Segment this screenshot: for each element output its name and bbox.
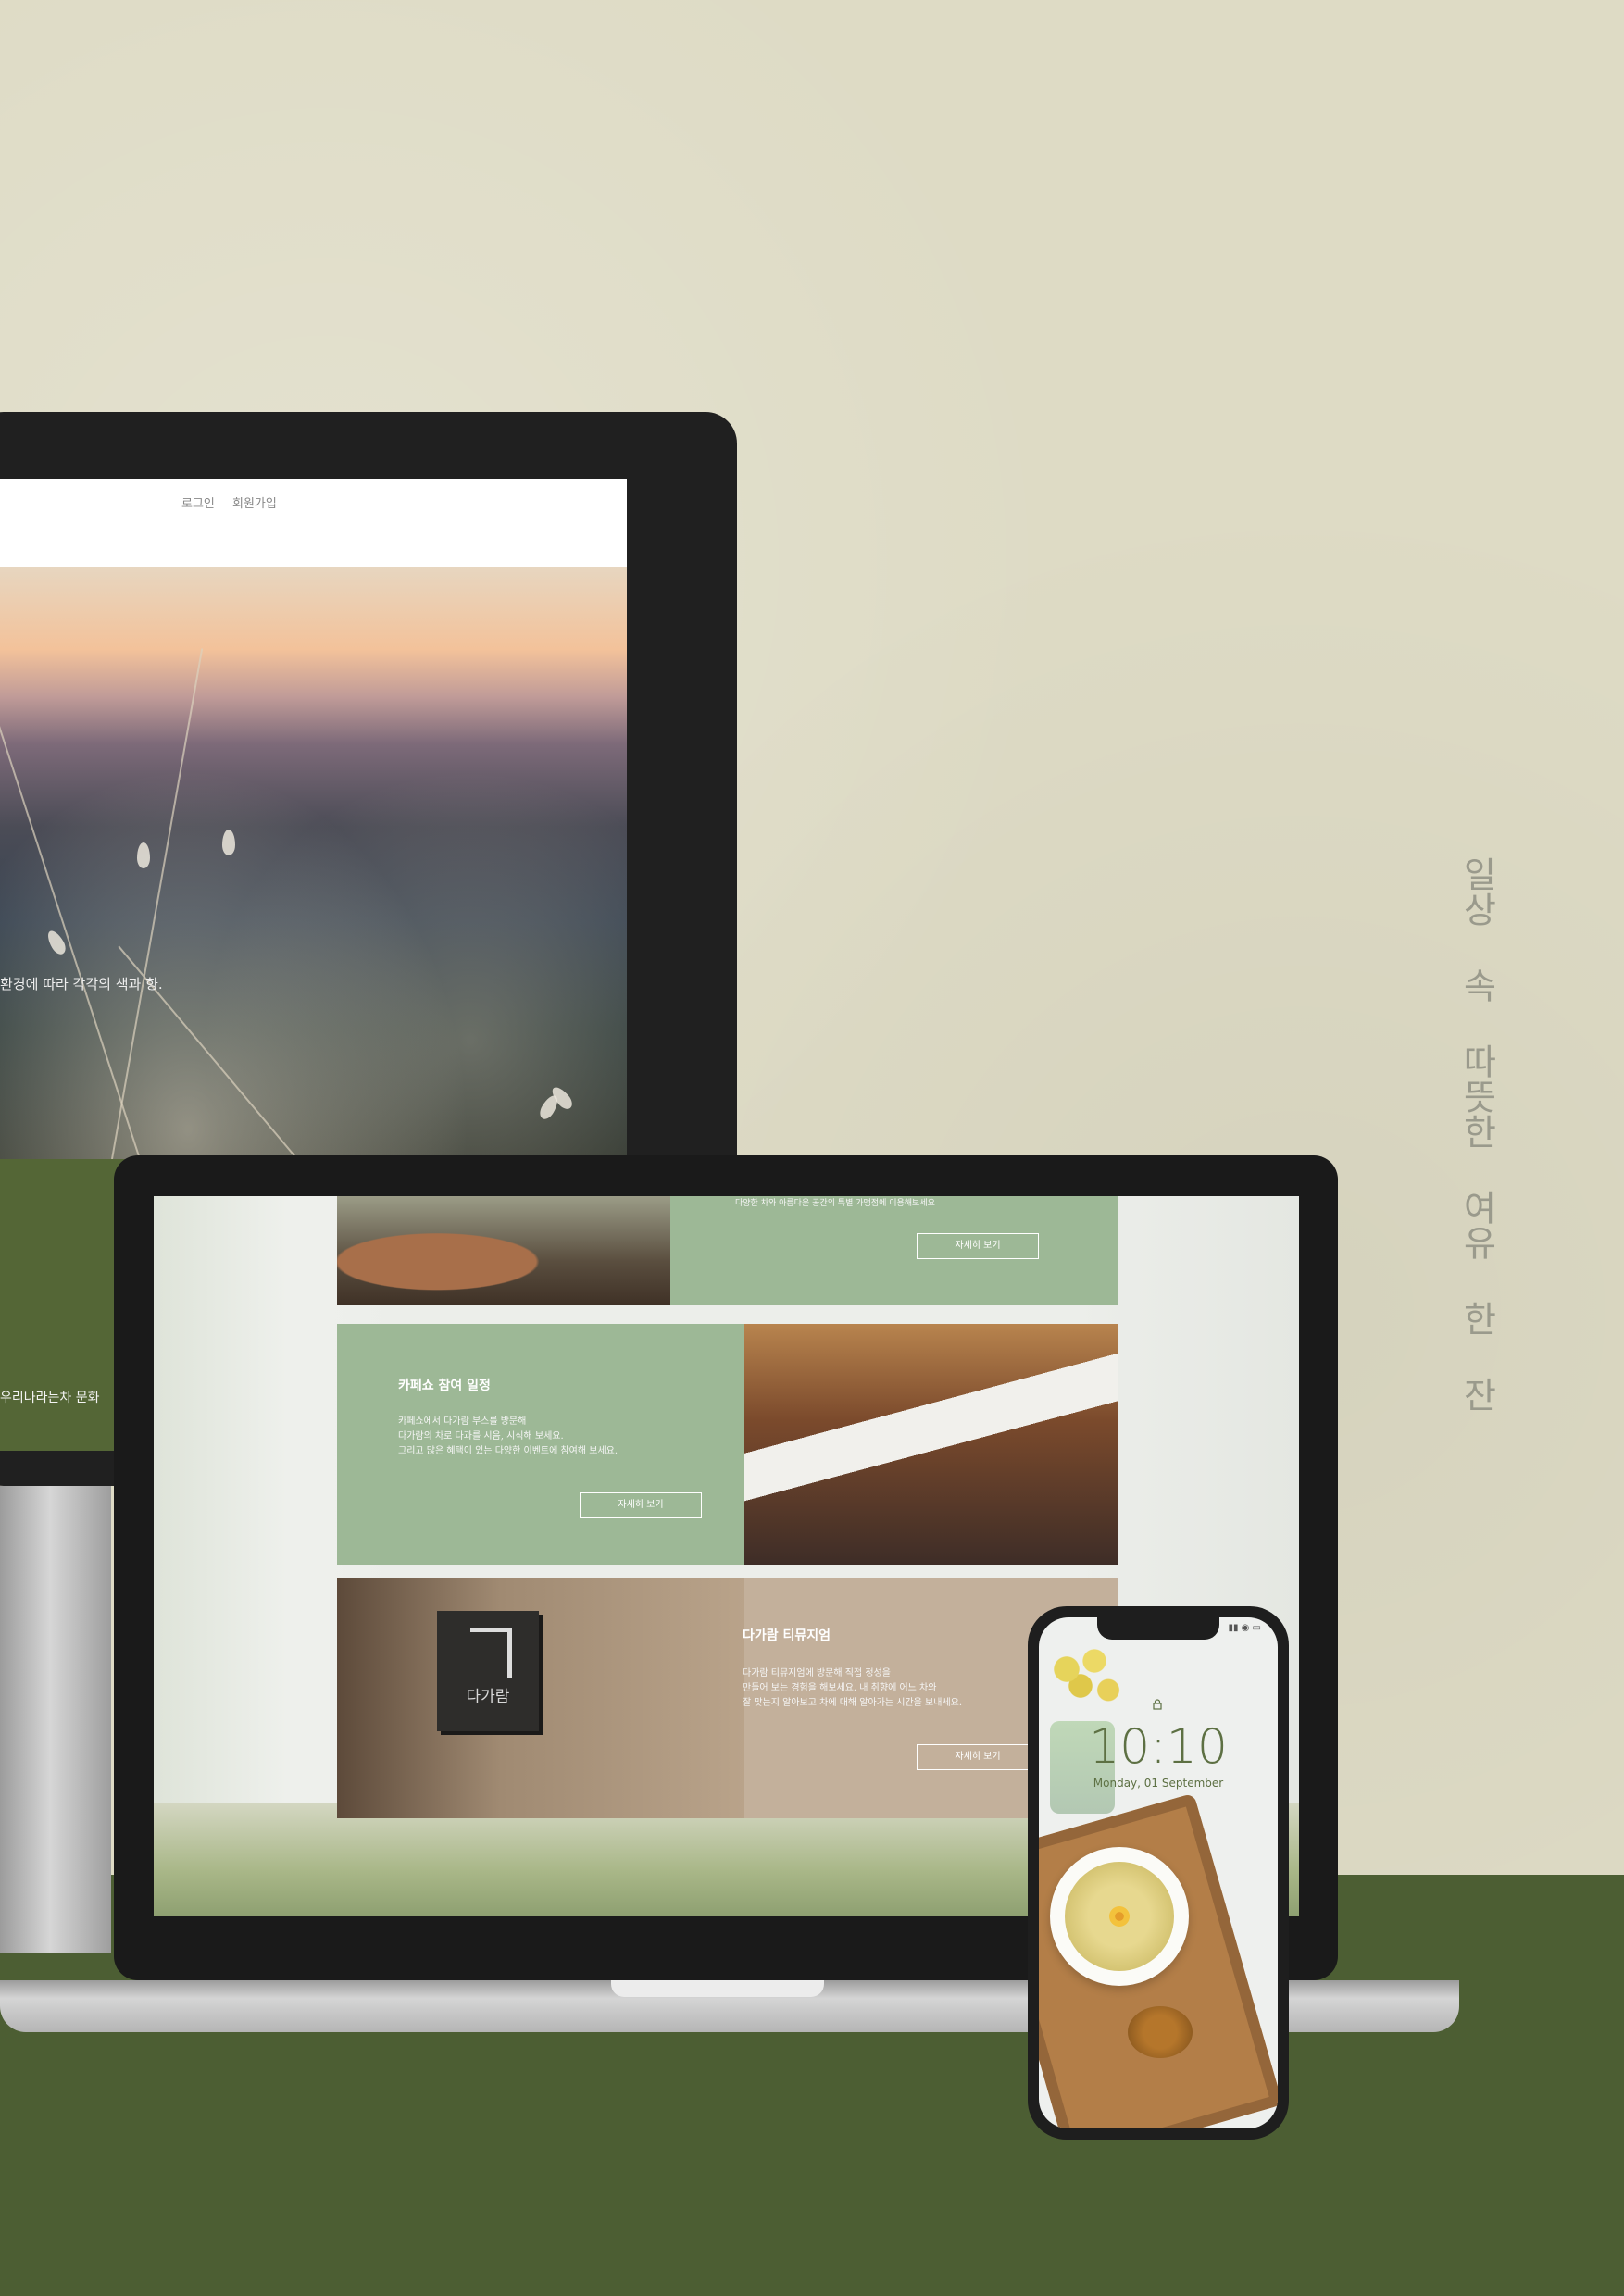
card-2-title: 카페쇼 참여 일정 [398, 1379, 491, 1393]
cafe-terrace-photo [337, 1196, 670, 1305]
laptop-trackpad-notch [611, 1980, 824, 1997]
card-tea-museum: 다가람 다가람 티뮤지엄 다가람 티뮤지엄에 방문해 직접 정성을 만들어 보는… [337, 1578, 1118, 1818]
monitor-top-nav: 로그인 회원가입 [0, 479, 627, 567]
hero-caption: 환경에 따라 각각의 색과 향. [0, 976, 163, 992]
dagaram-sign: 다가람 [437, 1611, 539, 1731]
lock-icon [1153, 1699, 1162, 1710]
dagaram-logo-icon [470, 1628, 512, 1678]
card-1-more-button[interactable]: 자세히 보기 [917, 1233, 1039, 1259]
vertical-tagline: 일상 속 따뜻한 여유 한 잔 [1456, 856, 1497, 1412]
signup-link[interactable]: 회원가입 [232, 493, 277, 511]
card-2-body: 카페쇼에서 다가람 부스를 방문해 다가람의 차로 다과를 시음, 시식해 보세… [398, 1415, 618, 1459]
card-3-body-line: 잘 맞는지 알아보고 차에 대해 알아가는 시간을 보내세요. [743, 1698, 963, 1708]
login-link[interactable]: 로그인 [181, 493, 215, 511]
card-cafeshow: 카페쇼 참여 일정 카페쇼에서 다가람 부스를 방문해 다가람의 차로 다과를 … [337, 1324, 1118, 1565]
tea-museum-photo: 다가람 [337, 1578, 744, 1818]
grass-stem [111, 648, 204, 1160]
card-partner-store: 다양한 차와 아름다운 공간의 특별 가맹점에 이용해보세요 자세히 보기 [337, 1196, 1118, 1305]
monitor-stand [0, 1486, 111, 1953]
grass-bud [137, 842, 150, 868]
grass-stem [0, 613, 141, 1160]
card-3-body-line: 다가람 티뮤지엄에 방문해 직접 정성을 [743, 1668, 891, 1678]
card-3-title: 다가람 티뮤지엄 [743, 1628, 831, 1643]
card-3-more-button[interactable]: 자세히 보기 [917, 1744, 1039, 1770]
lock-screen-date: Monday, 01 September [1093, 1777, 1224, 1790]
floating-flower [1109, 1906, 1130, 1927]
card-3-body: 다가람 티뮤지엄에 방문해 직접 정성을 만들어 보는 경험을 해보세요. 내 … [743, 1666, 962, 1711]
phone-notch [1097, 1617, 1219, 1640]
yellow-flowers [1039, 1636, 1131, 1719]
footer-caption: 우리나라는차 문화 [0, 1391, 100, 1405]
lock-screen-time: 10:10 [1089, 1719, 1228, 1775]
card-2-body-line: 그리고 많은 혜택이 있는 다양한 이벤트에 참여해 보세요. [398, 1446, 618, 1456]
card-2-more-button[interactable]: 자세히 보기 [580, 1492, 702, 1518]
card-1-body: 다양한 차와 아름다운 공간의 특별 가맹점에 이용해보세요 [735, 1199, 935, 1208]
grass-bud [222, 830, 235, 855]
status-icons: ▮▮ ◉ ▭ [1228, 1623, 1261, 1633]
cafeshow-booth-photo [744, 1324, 1118, 1565]
hero-image: 환경에 따라 각각의 색과 향. [0, 567, 627, 1160]
card-3-body-line: 만들어 보는 경험을 해보세요. 내 취향에 어느 차와 [743, 1683, 937, 1693]
card-2-body-line: 카페쇼에서 다가람 부스를 방문해 [398, 1416, 527, 1427]
sign-text: 다가람 [466, 1688, 510, 1706]
phone-lock-screen: ▮▮ ◉ ▭ 10:10 Monday, 01 September [1039, 1617, 1278, 2128]
card-2-body-line: 다가람의 차로 다과를 시음, 시식해 보세요. [398, 1431, 564, 1441]
honey-jar [1128, 2006, 1193, 2058]
